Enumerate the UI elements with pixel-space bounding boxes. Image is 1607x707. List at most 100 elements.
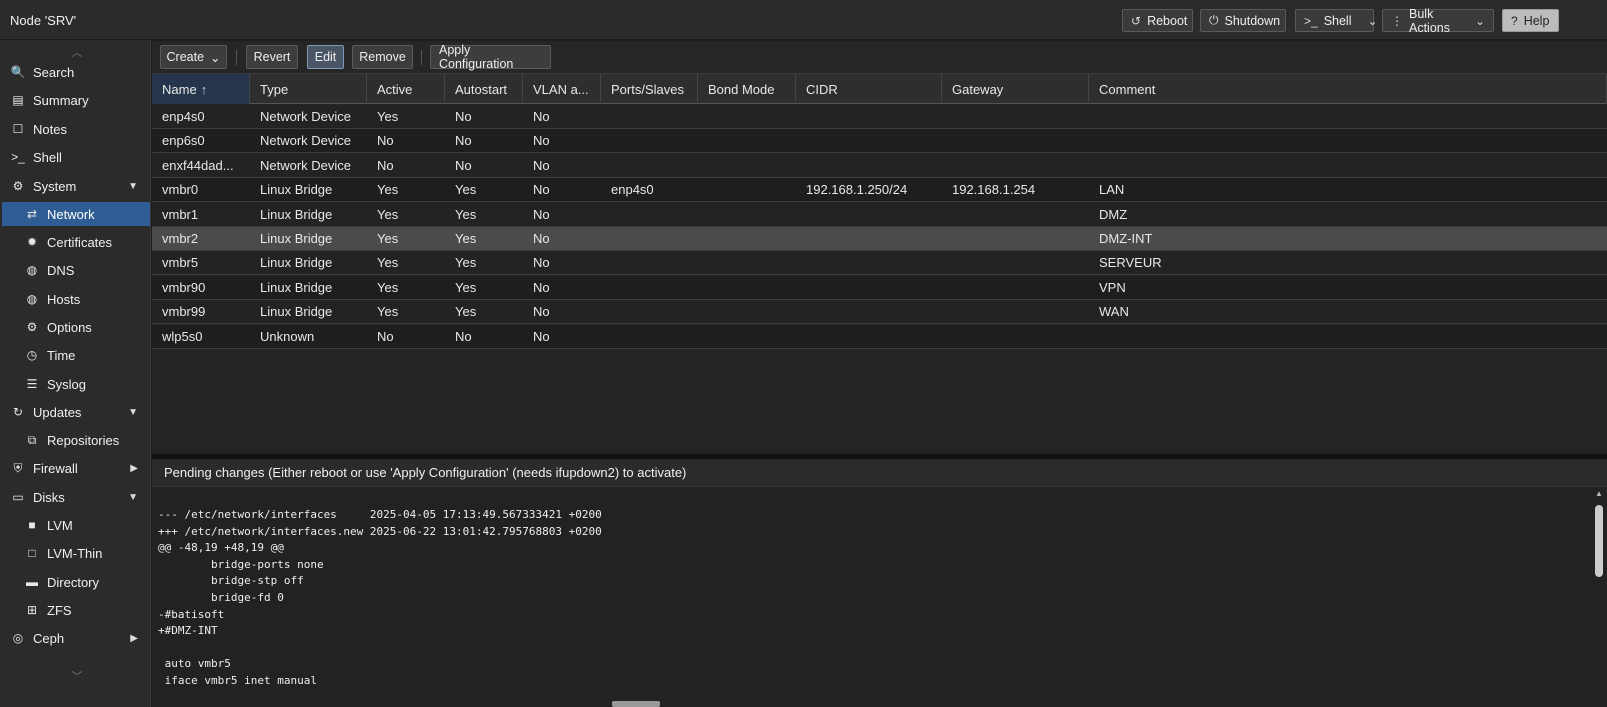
cell-cidr: [796, 154, 942, 177]
cell-name: vmbr5: [162, 255, 199, 271]
table-row[interactable]: enp6s0 Network Device No No No: [152, 129, 1607, 154]
table-row[interactable]: enxf44dad... Network Device No No No: [152, 153, 1607, 178]
cell-active: No: [377, 133, 394, 149]
question-icon: ?: [1511, 13, 1518, 28]
sidebar-item-shell[interactable]: >_ Shell: [2, 145, 150, 169]
shutdown-button[interactable]: ⏻ Shutdown: [1200, 9, 1286, 32]
sidebar-item-network[interactable]: ⇄ Network: [2, 202, 150, 226]
table-row[interactable]: enp4s0 Network Device Yes No No: [152, 105, 1607, 129]
cell-type: Network Device: [260, 157, 352, 173]
create-label: Create: [166, 50, 205, 64]
cell-vlan-aware: No: [533, 109, 550, 124]
sidebar-item-firewall[interactable]: ⛨ Firewall ▶: [2, 456, 150, 480]
sidebar-item-time[interactable]: ◷ Time: [2, 343, 150, 367]
sidebar-item-disks[interactable]: ▭ Disks ▼: [2, 485, 150, 509]
create-button[interactable]: Create ⌄: [160, 45, 227, 69]
sidebar-item-zfs[interactable]: ⊞ ZFS: [2, 598, 150, 622]
table-row[interactable]: wlp5s0 Unknown No No No: [152, 324, 1607, 349]
cell-gateway: 192.168.1.254: [952, 182, 1036, 198]
vertical-scrollbar[interactable]: ▲: [1593, 487, 1605, 707]
table-row[interactable]: vmbr90 Linux Bridge Yes Yes No VPN: [152, 275, 1607, 300]
table-row[interactable]: vmbr0 Linux Bridge Yes Yes No enp4s0 192.168.1…: [152, 178, 1607, 203]
cell-active: Yes: [377, 255, 399, 271]
table-row[interactable]: vmbr99 Linux Bridge Yes Yes No WAN: [152, 300, 1607, 325]
sidebar-item-lvm-thin[interactable]: □ LVM-Thin: [2, 541, 150, 565]
column-header-name[interactable]: Name ↑: [152, 74, 250, 104]
help-label: Help: [1523, 13, 1550, 28]
sidebar-item-repositories[interactable]: ⧉ Repositories: [2, 428, 150, 452]
caret-right-icon[interactable]: ▶: [130, 633, 138, 644]
sidebar-item-system[interactable]: ⚙ System ▼: [2, 174, 150, 198]
sidebar-item-hosts[interactable]: ◍ Hosts: [2, 287, 150, 311]
globe-icon: ◍: [26, 292, 38, 306]
gears-icon: ⚙: [12, 179, 24, 193]
sidebar-item-updates[interactable]: ↻ Updates ▼: [2, 400, 150, 424]
cell-bond-mode: [698, 203, 796, 226]
caret-down-icon[interactable]: ▼: [128, 407, 138, 418]
ceph-icon: ◎: [12, 631, 24, 645]
cell-bond-mode: [698, 300, 796, 323]
column-header-vlan-aware[interactable]: VLAN a...: [523, 74, 601, 104]
shell-label: Shell: [1323, 13, 1352, 28]
revert-button[interactable]: Revert: [246, 45, 298, 69]
cell-active: Yes: [377, 109, 399, 124]
table-row[interactable]: vmbr2 Linux Bridge Yes Yes No DMZ-INT: [152, 227, 1607, 251]
column-header-active[interactable]: Active: [367, 74, 445, 104]
scroll-up-icon[interactable]: ▲: [1593, 489, 1605, 498]
cell-cidr: [796, 227, 942, 250]
column-header-gateway[interactable]: Gateway: [942, 74, 1089, 104]
sidebar-item-ceph[interactable]: ◎ Ceph ▶: [2, 626, 150, 650]
cell-bond-mode: [698, 251, 796, 274]
column-header-label: VLAN a...: [533, 81, 589, 97]
table-row[interactable]: vmbr5 Linux Bridge Yes Yes No SERVEUR: [152, 251, 1607, 276]
cell-ports-slaves: [601, 203, 698, 226]
shell-button[interactable]: >_ Shell ⌄: [1295, 9, 1378, 32]
column-header-type[interactable]: Type: [250, 74, 367, 104]
column-header-label: Type: [260, 81, 289, 97]
cell-vlan-aware: No: [533, 255, 550, 271]
scroll-up-icon[interactable]: ︿: [70, 44, 84, 59]
caret-down-icon[interactable]: ▼: [128, 181, 138, 192]
apply-configuration-button[interactable]: Apply Configuration: [430, 43, 551, 71]
cell-active: No: [377, 328, 394, 344]
cell-ports-slaves: [601, 105, 698, 128]
column-header-cidr[interactable]: CIDR: [796, 74, 942, 104]
sidebar-item-summary[interactable]: ▤ Summary: [2, 88, 150, 112]
sidebar-item-notes[interactable]: ☐ Notes: [2, 117, 150, 141]
reboot-button[interactable]: ↺ Reboot: [1122, 9, 1193, 32]
sidebar-item-syslog[interactable]: ☰ Syslog: [2, 372, 150, 396]
sidebar-item-search[interactable]: 🔍 Search: [2, 60, 150, 84]
horizontal-scrollbar-thumb[interactable]: [612, 701, 660, 707]
sidebar-item-lvm[interactable]: ■ LVM: [2, 513, 150, 537]
sidebar-item-dns[interactable]: ◍ DNS: [2, 258, 150, 282]
edit-button[interactable]: Edit: [307, 45, 344, 69]
cell-autostart: Yes: [455, 231, 477, 246]
caret-down-icon[interactable]: ▼: [128, 492, 138, 503]
square-outline-icon: □: [28, 546, 36, 560]
cell-active: No: [377, 157, 394, 173]
cell-active: Yes: [377, 231, 399, 246]
column-header-comment[interactable]: Comment: [1089, 74, 1607, 104]
column-header-bond-mode[interactable]: Bond Mode: [698, 74, 796, 104]
sidebar-item-options[interactable]: ⚙ Options: [2, 315, 150, 339]
chevron-down-icon[interactable]: ⌄: [1367, 14, 1377, 28]
sidebar-item-label: Firewall: [33, 460, 78, 476]
cell-type: Linux Bridge: [260, 279, 333, 295]
column-header-ports-slaves[interactable]: Ports/Slaves: [601, 74, 698, 104]
sidebar-item-certificates[interactable]: ✹ Certificates: [2, 230, 150, 254]
cell-vlan-aware: No: [533, 133, 550, 149]
shutdown-label: Shutdown: [1224, 13, 1281, 28]
scrollbar-thumb[interactable]: [1595, 505, 1603, 577]
bulk-actions-button[interactable]: ⋮ Bulk Actions ⌄: [1382, 7, 1494, 35]
column-header-autostart[interactable]: Autostart: [445, 74, 523, 104]
caret-right-icon[interactable]: ▶: [130, 463, 138, 474]
pending-changes-title: Pending changes (Either reboot or use 'A…: [164, 465, 687, 480]
scroll-down-icon[interactable]: ﹀: [70, 668, 84, 683]
cell-cidr: [796, 105, 942, 128]
sidebar-item-directory[interactable]: ▬ Directory: [2, 570, 150, 594]
cell-bond-mode: [698, 129, 796, 152]
help-button[interactable]: ? Help: [1502, 9, 1559, 32]
table-row[interactable]: vmbr1 Linux Bridge Yes Yes No DMZ: [152, 202, 1607, 227]
remove-button[interactable]: Remove: [352, 45, 413, 69]
cell-cidr: [796, 300, 942, 323]
